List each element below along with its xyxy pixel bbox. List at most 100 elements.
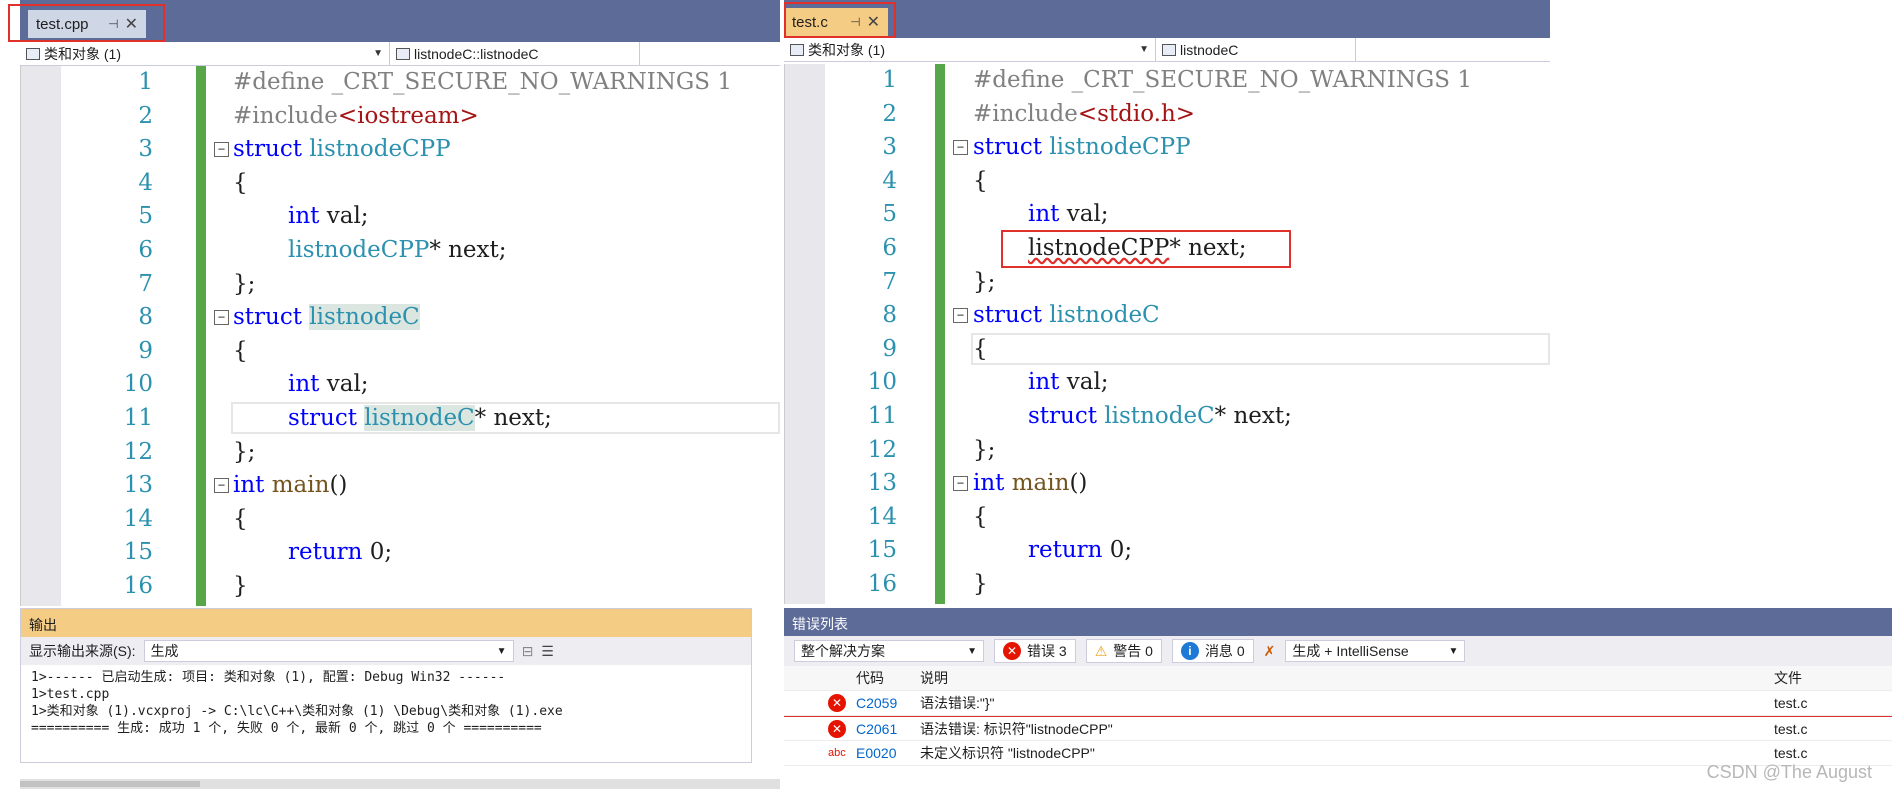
- code-line: 5 int val;: [785, 198, 1550, 232]
- chevron-down-icon: ▼: [1448, 645, 1459, 657]
- scope-filter-dropdown[interactable]: 整个解决方案 ▼: [794, 640, 984, 662]
- scope-dropdown[interactable]: 类和对象 (1) ▼: [20, 42, 390, 65]
- line-number: 10: [123, 371, 153, 398]
- member-dropdown[interactable]: listnodeC: [1156, 38, 1356, 61]
- scrollbar-thumb[interactable]: [20, 781, 200, 787]
- collapse-icon[interactable]: −: [214, 310, 229, 326]
- current-line-highlight: [971, 332, 1550, 365]
- line-number: 1: [138, 69, 153, 95]
- code-text: struct listnodeC* next;: [1028, 403, 1292, 429]
- line-number: 13: [867, 470, 897, 497]
- warnings-count: 警告 0: [1113, 643, 1153, 659]
- line-number: 8: [882, 302, 897, 329]
- line-number: 6: [882, 235, 897, 261]
- info-icon: i: [1180, 642, 1199, 660]
- error-code[interactable]: C2061: [856, 717, 897, 742]
- code-line: 4{: [785, 165, 1550, 199]
- word-wrap-icon[interactable]: ☰: [541, 643, 554, 660]
- errors-toggle[interactable]: ✕ 错误 3: [994, 639, 1076, 663]
- filter-icon[interactable]: ✗: [1264, 643, 1276, 660]
- code-line: 15 return 0;: [785, 534, 1550, 568]
- chevron-down-icon: ▼: [967, 645, 977, 657]
- output-text: 1>------ 已启动生成: 项目: 类和对象 (1), 配置: Debug …: [31, 670, 563, 736]
- warnings-toggle[interactable]: ⚠ 警告 0: [1085, 639, 1162, 663]
- messages-toggle[interactable]: i 消息 0: [1171, 639, 1254, 663]
- line-number: 2: [138, 102, 153, 129]
- table-row[interactable]: ✕ C2061 语法错误: 标识符"listnodeCPP" test.c: [784, 716, 1892, 741]
- code-text: return 0;: [288, 539, 393, 566]
- code-text: {: [973, 335, 988, 362]
- project-icon: [26, 47, 40, 60]
- line-number: 1: [882, 67, 897, 93]
- line-number: 3: [882, 134, 897, 161]
- error-description: 语法错误: 标识符"listnodeCPP": [920, 721, 1113, 737]
- clear-icon[interactable]: ⊟: [522, 643, 534, 660]
- scope-label: 类和对象 (1): [808, 41, 885, 58]
- collapse-icon[interactable]: −: [214, 142, 229, 158]
- source-value: 生成: [150, 643, 179, 659]
- error-code[interactable]: C2059: [856, 691, 897, 716]
- line-number: 2: [882, 100, 897, 127]
- line-number: 4: [138, 169, 153, 196]
- member-icon: [396, 47, 410, 60]
- highlight-box: [784, 2, 896, 38]
- code-line: 9{: [785, 332, 1550, 367]
- code-line: 9{: [21, 335, 780, 369]
- right-editor-pane: test.c ⊣ ✕ 类和对象 (1) ▼ listnodeC 1 #define…: [784, 0, 1892, 789]
- collapse-icon[interactable]: −: [953, 308, 968, 324]
- line-number: 3: [138, 136, 153, 163]
- code-line: 13 − int main(): [21, 469, 780, 503]
- source-label: 显示输出来源(S):: [29, 643, 136, 659]
- table-header: 代码 说明 文件: [784, 666, 1892, 691]
- error-list-toolbar: 整个解决方案 ▼ ✕ 错误 3 ⚠ 警告 0 i 消息 0 ✗ 生成 + Int…: [784, 636, 1892, 666]
- code-editor[interactable]: 1 #define _CRT_SECURE_NO_WARNINGS 1 2 #inc…: [20, 66, 780, 606]
- code-text: int val;: [288, 203, 369, 230]
- error-list-panel: 错误列表 整个解决方案 ▼ ✕ 错误 3 ⚠ 警告 0 i 消息 0 ✗ 生成 …: [784, 608, 1892, 789]
- column-description[interactable]: 说明: [920, 666, 948, 691]
- code-text: };: [973, 436, 996, 463]
- chevron-down-icon: ▼: [496, 645, 507, 657]
- code-text: return 0;: [1028, 537, 1133, 564]
- error-file: test.c: [1774, 721, 1808, 737]
- member-label: listnodeC::listnodeC: [414, 45, 539, 62]
- error-code[interactable]: E0020: [856, 741, 896, 766]
- collapse-icon[interactable]: −: [214, 478, 229, 494]
- code-text: }: [233, 573, 248, 599]
- error-table: 代码 说明 文件 ✕ C2059 语法错误:"}" test.c ✕ C2061…: [784, 666, 1892, 766]
- line-number: 14: [123, 505, 153, 532]
- code-text: {: [233, 169, 248, 196]
- output-source-dropdown[interactable]: 生成 ▼: [143, 640, 514, 662]
- line-number: 8: [138, 304, 153, 331]
- member-dropdown[interactable]: listnodeC::listnodeC: [390, 42, 640, 65]
- column-code[interactable]: 代码: [856, 666, 884, 691]
- code-line: 11 struct listnodeC* next;: [785, 400, 1550, 434]
- code-text: #define _CRT_SECURE_NO_WARNINGS 1: [973, 67, 1472, 93]
- code-text: {: [233, 505, 248, 532]
- code-line: 10 int val;: [21, 368, 780, 402]
- code-line: 1 #define _CRT_SECURE_NO_WARNINGS 1: [21, 66, 780, 100]
- collapse-icon[interactable]: −: [953, 476, 968, 492]
- scope-dropdown[interactable]: 类和对象 (1) ▼: [784, 38, 1156, 61]
- error-icon: ✕: [828, 694, 846, 712]
- code-text: struct listnodeCPP: [233, 136, 451, 163]
- line-number: 15: [867, 537, 897, 564]
- code-line: 15 return 0;: [21, 536, 780, 570]
- code-line: 10 int val;: [785, 366, 1550, 400]
- code-text: {: [233, 337, 248, 364]
- code-text: }: [973, 571, 988, 597]
- build-filter-dropdown[interactable]: 生成 + IntelliSense ▼: [1285, 640, 1466, 662]
- horizontal-scrollbar[interactable]: [20, 779, 780, 789]
- error-icon: ✕: [828, 720, 846, 738]
- code-line: 1 #define _CRT_SECURE_NO_WARNINGS 1: [785, 64, 1550, 98]
- error-description: 未定义标识符 "listnodeCPP": [920, 745, 1095, 761]
- line-number: 4: [882, 167, 897, 194]
- line-number: 5: [882, 201, 897, 228]
- code-line: 5 int val;: [21, 200, 780, 234]
- line-number: 9: [882, 335, 897, 362]
- code-editor[interactable]: 1 #define _CRT_SECURE_NO_WARNINGS 1 2 #inc…: [784, 64, 1550, 604]
- table-row[interactable]: ✕ C2059 语法错误:"}" test.c: [784, 691, 1892, 716]
- column-file[interactable]: 文件: [1774, 666, 1802, 691]
- collapse-icon[interactable]: −: [953, 140, 968, 156]
- line-number: 12: [123, 438, 153, 465]
- tab-strip: test.c ⊣ ✕: [784, 0, 1550, 38]
